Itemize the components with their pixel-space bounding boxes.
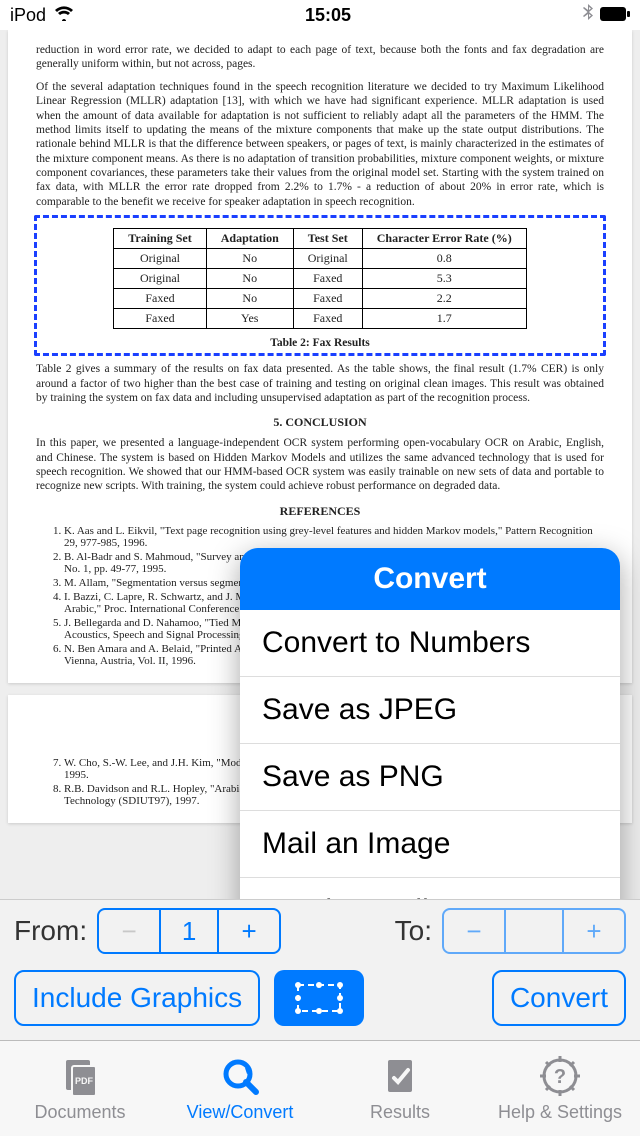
document-preview[interactable]: reduction in word error rate, we decided… (0, 30, 640, 899)
section-heading: 5. CONCLUSION (36, 415, 604, 430)
status-time: 15:05 (74, 5, 582, 26)
bluetooth-icon (582, 4, 594, 27)
from-decrement[interactable]: − (99, 910, 159, 952)
device-label: iPod (10, 5, 46, 26)
selection-box[interactable]: Training Set Adaptation Test Set Charact… (34, 215, 606, 356)
battery-icon (600, 5, 630, 26)
wifi-icon (54, 5, 74, 26)
pdf-icon: PDF (58, 1054, 102, 1098)
paragraph: reduction in word error rate, we decided… (36, 43, 604, 72)
from-stepper: − 1 + (97, 908, 281, 954)
tab-help-settings[interactable]: ? Help & Settings (480, 1041, 640, 1136)
table-caption: Table 2: Fax Results (39, 337, 601, 349)
from-value: 1 (159, 910, 219, 952)
svg-text:?: ? (554, 1066, 566, 1088)
tab-label: View/Convert (187, 1102, 294, 1123)
tab-results[interactable]: Results (320, 1041, 480, 1136)
paragraph: Of the several adaptation techniques fou… (36, 80, 604, 209)
fax-results-table: Training Set Adaptation Test Set Charact… (113, 228, 526, 329)
popover-title: Convert (240, 548, 620, 610)
to-decrement[interactable]: − (444, 910, 504, 952)
tab-label: Help & Settings (498, 1102, 622, 1123)
popover-item-numbers[interactable]: Convert to Numbers (240, 610, 620, 677)
tab-label: Results (370, 1102, 430, 1123)
section-heading: REFERENCES (36, 504, 604, 519)
paragraph: Table 2 gives a summary of the results o… (36, 362, 604, 405)
convert-controls: From: − 1 + To: − + Include Graphics Con… (0, 899, 640, 1040)
to-increment[interactable]: + (564, 910, 624, 952)
convert-popover: Convert Convert to Numbers Save as JPEG … (240, 548, 620, 899)
gear-question-icon: ? (538, 1054, 582, 1098)
popover-item-png[interactable]: Save as PNG (240, 744, 620, 811)
to-stepper: − + (442, 908, 626, 954)
status-bar: iPod 15:05 (0, 0, 640, 30)
popover-item-jpeg[interactable]: Save as JPEG (240, 677, 620, 744)
to-value (504, 910, 564, 952)
paragraph: In this paper, we presented a language-i… (36, 436, 604, 494)
checkmark-doc-icon (378, 1054, 422, 1098)
from-increment[interactable]: + (219, 910, 279, 952)
convert-button[interactable]: Convert (492, 970, 626, 1026)
svg-text:PDF: PDF (75, 1076, 94, 1086)
include-graphics-button[interactable]: Include Graphics (14, 970, 260, 1026)
popover-item-send-mail[interactable]: Send to Mail (240, 878, 620, 899)
tab-view-convert[interactable]: View/Convert (160, 1041, 320, 1136)
magnify-refresh-icon (218, 1054, 262, 1098)
crop-icon (292, 981, 346, 1015)
tab-documents[interactable]: PDF Documents (0, 1041, 160, 1136)
tab-label: Documents (34, 1102, 125, 1123)
tab-bar: PDF Documents View/Convert Results ? Hel… (0, 1040, 640, 1136)
from-label: From: (14, 915, 87, 947)
popover-item-mail-image[interactable]: Mail an Image (240, 811, 620, 878)
crop-tool-button[interactable] (274, 970, 364, 1026)
to-label: To: (395, 915, 432, 947)
